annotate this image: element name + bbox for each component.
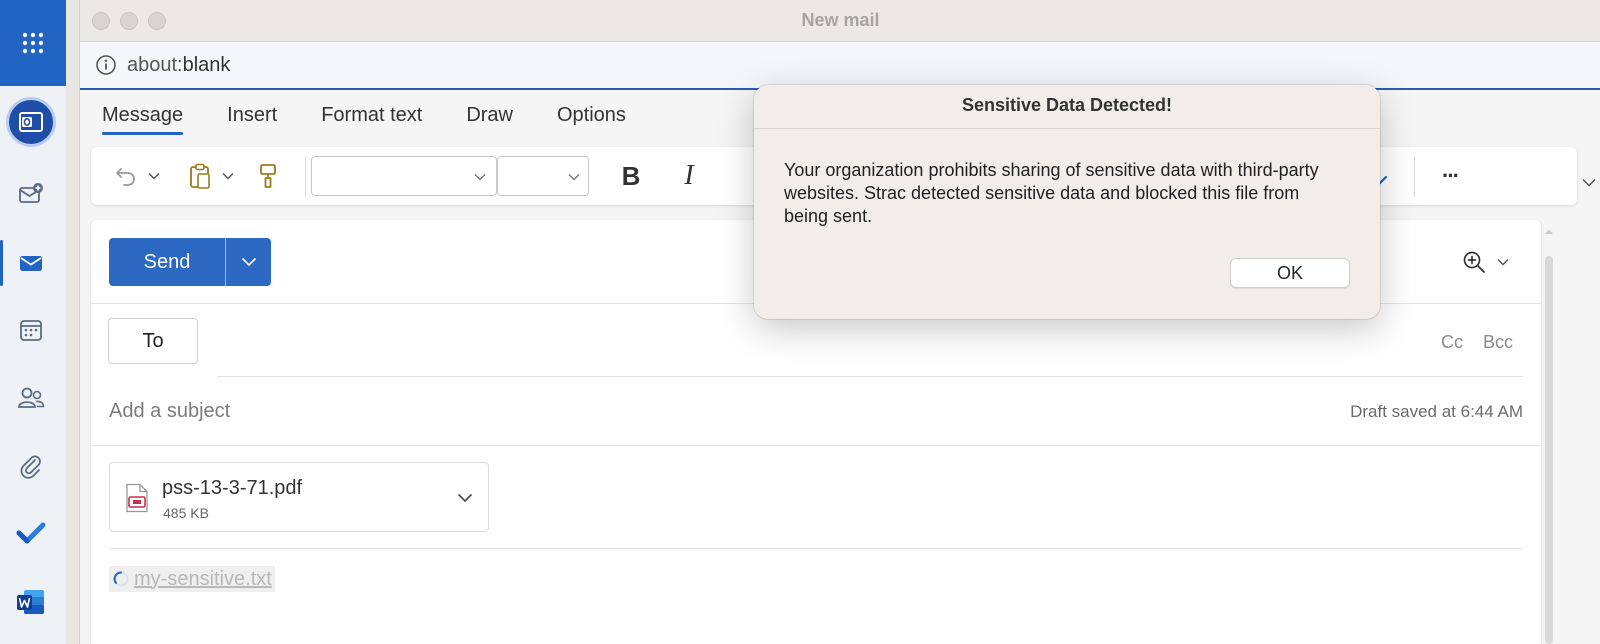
tab-draw[interactable]: Draw xyxy=(466,104,513,135)
people-icon xyxy=(18,387,45,408)
mail-button[interactable] xyxy=(0,235,62,291)
dialog-title: Sensitive Data Detected! xyxy=(961,95,1173,115)
chevron-down-icon xyxy=(457,493,473,503)
ok-button[interactable]: OK xyxy=(1230,258,1350,288)
compose-scrollbar[interactable] xyxy=(1542,220,1556,644)
window-titlebar: New mail xyxy=(80,0,1600,42)
more-options-button[interactable]: ··· xyxy=(1429,147,1471,205)
sensitive-data-dialog: Sensitive Data Detected! Your organizati… xyxy=(754,85,1380,319)
bcc-button[interactable]: Bcc xyxy=(1483,332,1513,353)
window-title: New mail xyxy=(801,10,880,30)
new-mail-button[interactable] xyxy=(0,166,62,222)
italic-button[interactable]: I xyxy=(669,147,709,205)
outlook-icon xyxy=(6,97,56,147)
ribbon-tabs: Message Insert Format text Draw Options xyxy=(102,104,670,135)
subject-input[interactable]: Add a subject xyxy=(109,400,230,423)
dialog-message: Your organization prohibits sharing of s… xyxy=(784,160,1319,226)
paste-button[interactable] xyxy=(183,147,217,205)
todo-icon xyxy=(16,522,46,544)
toolbar-separator xyxy=(1414,157,1415,197)
divider xyxy=(91,445,1541,446)
url-path: blank xyxy=(182,53,231,76)
people-button[interactable] xyxy=(0,370,62,426)
uploading-attachment[interactable]: my-sensitive.txt xyxy=(109,566,275,592)
attachment-icon xyxy=(20,455,41,479)
apps-grid-icon xyxy=(22,32,44,54)
send-options-button[interactable] xyxy=(225,238,271,286)
chevron-down-icon xyxy=(568,174,580,181)
to-button[interactable]: To xyxy=(108,318,198,364)
attachment-name: pss-13-3-71.pdf xyxy=(162,477,303,499)
send-button-group: Send xyxy=(109,238,271,286)
chevron-down-icon xyxy=(148,172,160,180)
zoom-in-icon xyxy=(1463,251,1485,273)
uploading-file-name: my-sensitive.txt xyxy=(134,567,272,590)
chevron-down-icon xyxy=(474,174,486,181)
word-icon xyxy=(17,590,44,614)
calendar-icon xyxy=(20,320,42,341)
attachments-button[interactable] xyxy=(0,438,62,494)
scrollbar-thumb[interactable] xyxy=(1545,256,1553,644)
chevron-down-icon xyxy=(241,257,256,267)
chevron-down-icon xyxy=(222,172,234,180)
outlook-app-button[interactable] xyxy=(0,94,62,150)
zoom-button[interactable] xyxy=(1455,244,1515,280)
undo-dropdown[interactable] xyxy=(143,147,165,205)
ribbon-expand-button[interactable] xyxy=(1579,172,1599,192)
attachment-menu-button[interactable] xyxy=(454,487,476,509)
bold-button[interactable]: B xyxy=(611,147,651,205)
clipboard-icon xyxy=(190,163,210,189)
new-mail-icon xyxy=(19,183,43,203)
mail-icon xyxy=(20,256,42,271)
format-painter-icon xyxy=(260,164,276,188)
tab-options[interactable]: Options xyxy=(557,104,626,135)
tab-insert[interactable]: Insert xyxy=(227,104,277,135)
send-button[interactable]: Send xyxy=(109,238,225,286)
attachment-size: 485 KB xyxy=(163,505,209,521)
url-scheme: about: xyxy=(127,53,183,76)
chevron-down-icon xyxy=(1497,259,1509,266)
paste-dropdown[interactable] xyxy=(217,147,239,205)
calendar-button[interactable] xyxy=(0,302,62,358)
cc-button[interactable]: Cc xyxy=(1441,332,1463,353)
divider xyxy=(109,548,1523,549)
pdf-file-icon xyxy=(126,483,148,513)
scroll-up-icon xyxy=(1545,229,1553,234)
dialog-divider xyxy=(754,128,1380,129)
loading-spinner-icon xyxy=(113,571,129,587)
word-button[interactable] xyxy=(0,574,62,630)
font-size-select[interactable] xyxy=(497,156,589,196)
app-rail xyxy=(0,0,66,644)
todo-button[interactable] xyxy=(0,505,62,561)
to-field-underline xyxy=(217,376,1523,377)
toolbar-separator xyxy=(305,157,306,197)
undo-icon xyxy=(116,168,135,186)
address-bar[interactable]: about:blank xyxy=(80,42,1600,90)
attachment-card[interactable]: pss-13-3-71.pdf 485 KB xyxy=(109,462,489,532)
apps-grid-button[interactable] xyxy=(0,0,66,86)
draft-status: Draft saved at 6:44 AM xyxy=(1350,402,1523,421)
chevron-down-icon xyxy=(1582,178,1596,187)
undo-button[interactable] xyxy=(109,147,143,205)
tab-message[interactable]: Message xyxy=(102,104,184,135)
tab-format-text[interactable]: Format text xyxy=(321,104,422,135)
info-icon xyxy=(96,55,116,75)
font-name-select[interactable] xyxy=(311,156,497,196)
address-text: about:blank xyxy=(127,54,230,77)
format-painter-button[interactable] xyxy=(251,147,285,205)
